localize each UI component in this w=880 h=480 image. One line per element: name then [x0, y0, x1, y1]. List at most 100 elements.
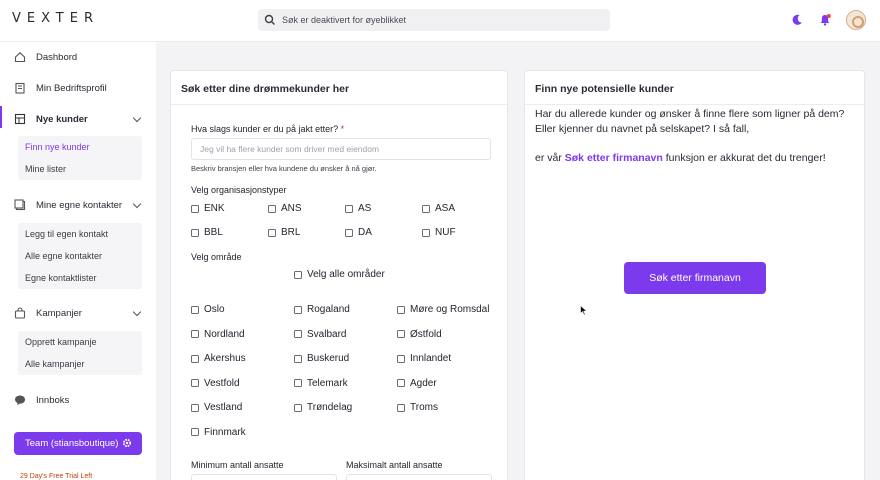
checkbox-label: BBL	[204, 227, 223, 238]
sidebar-item-egne-kontaktlister[interactable]: Egne kontaktlister	[18, 267, 142, 289]
checkbox-box	[397, 305, 405, 314]
intro-line-1: Har du allerede kunder og ønsker å finne…	[535, 108, 845, 120]
org-type-checkbox[interactable]: AS	[345, 203, 371, 214]
search-company-name-button[interactable]: Søk etter firmanavn	[624, 262, 766, 294]
org-type-checkbox[interactable]: ENK	[191, 203, 225, 214]
org-type-checkbox[interactable]: ANS	[268, 203, 302, 214]
org-type-checkbox[interactable]: BRL	[268, 227, 300, 238]
area-checkbox[interactable]: Troms	[397, 402, 438, 413]
panel-title: Finn nye potensielle kunder	[535, 83, 674, 95]
org-type-checkbox[interactable]: ASA	[422, 203, 455, 214]
team-button[interactable]: Team (stiansboutique)	[14, 432, 142, 455]
sidebar-item-label: Dashbord	[36, 51, 78, 63]
find-new-customers-panel: Finn nye potensielle kunder Har du aller…	[524, 70, 865, 480]
checkbox-label: Akershus	[204, 353, 246, 364]
gear-icon	[122, 438, 132, 448]
sidebar-item-innboks[interactable]: Innboks	[14, 391, 142, 409]
max-employees-input[interactable]	[346, 474, 492, 480]
checkbox-box	[191, 354, 199, 363]
sidebar-item-kampanjer[interactable]: Kampanjer	[14, 304, 142, 322]
search-icon	[264, 14, 275, 25]
sidebar-item-nye-kunder[interactable]: Nye kunder	[14, 110, 142, 128]
sidebar-item-label: Nye kunder	[36, 113, 88, 125]
area-checkbox[interactable]: Buskerud	[294, 353, 349, 364]
checkbox-box	[397, 330, 405, 338]
area-checkbox[interactable]: Telemark	[294, 378, 348, 389]
kampanjer-submenu: Opprett kampanje Alle kampanjer	[18, 331, 142, 375]
checkbox-label: Trøndelag	[307, 402, 353, 413]
moon-icon[interactable]	[790, 13, 804, 27]
bell-icon[interactable]	[818, 13, 832, 27]
area-checkbox[interactable]: Innlandet	[397, 353, 451, 364]
sidebar-item-label: Kampanjer	[36, 307, 82, 319]
checkbox-label: Nordland	[204, 328, 245, 340]
input-help-text: Beskriv bransjen eller hva kundene du øn…	[191, 164, 377, 173]
area-checkbox[interactable]: Finnmark	[191, 427, 246, 438]
checkbox-box	[345, 228, 353, 237]
sidebar-item-finn-nye-kunder[interactable]: Finn nye kunder	[18, 136, 142, 158]
sidebar-item-bedriftsprofil[interactable]: Min Bedriftsprofil	[14, 79, 142, 97]
contacts-icon	[14, 199, 26, 211]
required-mark: *	[340, 124, 345, 134]
sidebar-item-legg-til-kontakt[interactable]: Legg til egen kontakt	[18, 223, 142, 245]
area-checkbox[interactable]: Møre og Romsdal	[397, 304, 489, 315]
divider	[525, 104, 864, 105]
area-checkbox[interactable]: Rogaland	[294, 304, 350, 315]
sidebar-item-opprett-kampanje[interactable]: Opprett kampanje	[18, 331, 142, 353]
area-checkbox[interactable]: Svalbard	[294, 329, 346, 340]
checkbox-label: AS	[358, 203, 372, 214]
area-checkbox[interactable]: Akershus	[191, 353, 246, 364]
area-checkbox[interactable]: Oslo	[191, 304, 225, 315]
sidebar-item-alle-kampanjer[interactable]: Alle kampanjer	[18, 353, 142, 375]
checkbox-label: Innlandet	[410, 353, 452, 364]
chevron-down-icon	[132, 113, 142, 123]
customer-description-input[interactable]	[191, 138, 491, 160]
checkbox-label: DA	[358, 227, 372, 238]
area-checkbox[interactable]: Vestland	[191, 402, 242, 413]
checkbox-box	[397, 379, 405, 387]
checkbox-box	[191, 379, 199, 387]
checkbox-box	[191, 228, 199, 237]
area-checkbox[interactable]: Nordland	[191, 329, 245, 340]
checkbox-box	[345, 204, 353, 213]
org-type-checkbox[interactable]: NUF	[422, 227, 456, 238]
table-icon	[14, 113, 26, 125]
chat-icon	[15, 395, 25, 405]
trial-notice: 29 Day's Free Trial Left	[20, 473, 93, 480]
checkbox-label: Vestland	[204, 402, 243, 413]
checkbox-label: Møre og Romsdal	[410, 304, 490, 315]
company-search-link[interactable]: Søk etter firmanavn	[565, 152, 663, 164]
area-checkbox[interactable]: Agder	[397, 378, 437, 389]
checkbox-box	[191, 330, 199, 338]
sidebar-item-mine-lister[interactable]: Mine lister	[18, 158, 142, 180]
sidebar-item-alle-egne-kontakter[interactable]: Alle egne kontakter	[18, 245, 142, 267]
org-type-checkbox[interactable]: BBL	[191, 227, 223, 238]
panel-title: Søk etter dine drømmekunder her	[181, 83, 350, 95]
chevron-down-icon	[132, 307, 142, 317]
logo[interactable]: VEXTER	[12, 11, 99, 26]
org-type-checkbox[interactable]: DA	[345, 227, 372, 238]
checkbox-box	[422, 228, 430, 237]
checkbox-box	[397, 403, 405, 412]
sidebar-item-mine-egne-kontakter[interactable]: Mine egne kontakter	[14, 196, 142, 214]
area-checkbox[interactable]: Trøndelag	[294, 402, 352, 413]
divider	[171, 104, 507, 105]
min-employees-input[interactable]	[191, 474, 337, 480]
sidebar-item-dashbord[interactable]: Dashbord	[14, 48, 142, 66]
checkbox-label: Vestfold	[204, 377, 240, 389]
avatar[interactable]	[846, 10, 866, 30]
checkbox-box	[268, 228, 276, 237]
checkbox-box	[191, 403, 199, 412]
area-checkbox[interactable]: Østfold	[397, 329, 442, 340]
checkbox-box	[191, 428, 199, 436]
checkbox-label: BRL	[281, 227, 301, 238]
area-checkbox[interactable]: Vestfold	[191, 378, 240, 389]
select-all-areas-checkbox[interactable]: Velg alle områder	[294, 269, 385, 280]
max-employees-label: Maksimalt antall ansatte	[346, 460, 443, 470]
building-icon	[15, 82, 25, 94]
search-bar[interactable]: Søk er deaktivert for øyeblikket	[258, 9, 610, 31]
checkbox-label: ANS	[281, 203, 302, 214]
checkbox-box	[422, 204, 430, 213]
home-icon	[14, 52, 26, 63]
sidebar-item-label: Mine egne kontakter	[36, 199, 123, 211]
